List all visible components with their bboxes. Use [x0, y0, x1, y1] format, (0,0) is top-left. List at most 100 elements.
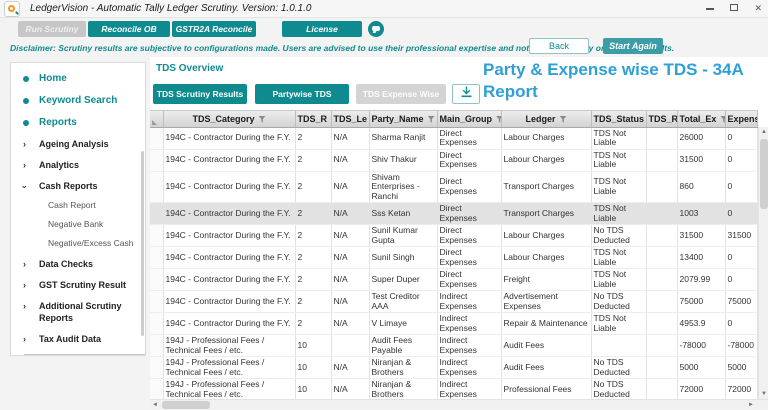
column-header-tds-le[interactable]: TDS_Le: [331, 111, 370, 128]
run-scrutiny-button[interactable]: Run Scrutiny: [18, 21, 86, 37]
sidebar-item-negative-excess-cash[interactable]: Negative/Excess Cash: [11, 238, 145, 249]
row-handle[interactable]: [150, 224, 164, 247]
cell-tds-r: [646, 171, 678, 203]
cell-ledger: Labour Charges: [501, 224, 592, 247]
table-row[interactable]: 194J - Professional Fees / Technical Fee…: [150, 356, 758, 379]
filter-icon[interactable]: [258, 115, 266, 123]
row-handle[interactable]: [150, 149, 164, 172]
table-row[interactable]: 194C - Contractor During the F.Y. 2 N/A Sss…: [150, 202, 758, 225]
column-header-tds-r[interactable]: TDS_R: [295, 111, 332, 128]
sidebar-scrollbar[interactable]: [141, 151, 144, 336]
gstr2a-reconcile-button[interactable]: GSTR2A Reconcile: [172, 21, 256, 37]
sidebar-item-cash-report[interactable]: Cash Report: [11, 200, 145, 211]
column-label: TDS_Le: [333, 113, 368, 124]
sidebar-item-additional-scrutiny-reports[interactable]: › Additional Scrutiny Reports: [11, 300, 145, 324]
table-row[interactable]: 194C - Contractor During the F.Y. 2 N/A Sup…: [150, 268, 758, 291]
scroll-down-icon[interactable]: ▼: [759, 389, 768, 399]
cell-ledger: Professional Fees: [501, 378, 592, 399]
sidebar-item-reports[interactable]: Reports: [11, 117, 145, 129]
cell-tds-r: [646, 224, 678, 247]
row-handle[interactable]: [150, 171, 164, 203]
row-handle[interactable]: [150, 268, 164, 291]
cell-tds-category: 194C - Contractor During the F.Y.: [163, 171, 296, 203]
license-button[interactable]: License: [282, 21, 362, 37]
horizontal-scroll-thumb[interactable]: [162, 401, 210, 409]
tab-tds-scrutiny-results[interactable]: TDS Scrutiny Results: [153, 84, 247, 104]
column-label: TDS_R: [648, 113, 677, 124]
cell-main-group: Indirect Expenses: [437, 356, 502, 379]
cell-tds-status: No TDS Deducted: [591, 378, 647, 399]
cell-total-ex: 26000: [677, 127, 726, 150]
sidebar-item-tax-audit-data[interactable]: › Tax Audit Data: [11, 333, 145, 345]
title-bar: LedgerVision - Automatic Tally Ledger Sc…: [0, 0, 768, 18]
horizontal-scrollbar[interactable]: ◄ ►: [150, 399, 768, 409]
sidebar-item-tds-scrutiny-result[interactable]: TDS Scrutiny Result: [24, 354, 145, 355]
sidebar-item-label: Analytics: [39, 160, 80, 170]
row-handle[interactable]: [150, 334, 164, 357]
support-chat-button[interactable]: [368, 21, 384, 37]
table-row[interactable]: 194C - Contractor During the F.Y. 2 N/A Sun…: [150, 246, 758, 269]
start-again-button[interactable]: Start Again: [603, 38, 663, 54]
sidebar-item-home[interactable]: Home: [11, 73, 145, 85]
scroll-up-icon[interactable]: ▲: [759, 127, 768, 137]
close-button[interactable]: ✕: [754, 2, 762, 15]
cell-tds-r: [646, 149, 678, 172]
column-header-main-group[interactable]: Main_Group: [437, 111, 502, 128]
vertical-scroll-thumb[interactable]: [760, 139, 768, 209]
maximize-button[interactable]: [730, 2, 739, 15]
sidebar-item-keyword-search[interactable]: Keyword Search: [11, 95, 145, 107]
select-all-corner[interactable]: [150, 111, 164, 128]
table-row[interactable]: 194C - Contractor During the F.Y. 2 N/A Shi…: [150, 149, 758, 172]
filter-icon[interactable]: [559, 115, 567, 123]
cell-tds-rate: 2: [295, 149, 332, 172]
row-handle[interactable]: [150, 202, 164, 225]
sidebar-item-gst-scrutiny-result[interactable]: › GST Scrutiny Result: [11, 279, 145, 291]
export-button[interactable]: [452, 84, 480, 104]
cell-total-ex: 5000: [677, 356, 726, 379]
row-handle[interactable]: [150, 378, 164, 399]
sidebar-item-negative-bank[interactable]: Negative Bank: [11, 219, 145, 230]
tab-partywise-tds-summary[interactable]: Partywise TDS Summary: [255, 84, 349, 119]
cell-party-name: Sunil Singh: [369, 246, 438, 269]
column-header-tds-status[interactable]: TDS_Status: [591, 111, 647, 128]
cell-tds-status: TDS Not Liable: [591, 127, 647, 150]
table-row[interactable]: 194C - Contractor During the F.Y. 2 N/A Tes…: [150, 290, 758, 313]
column-header-ledger[interactable]: Ledger: [501, 111, 592, 128]
reconcile-ob-button[interactable]: Reconcile OB: [88, 21, 170, 37]
row-handle[interactable]: [150, 356, 164, 379]
table-row[interactable]: 194C - Contractor During the F.Y. 2 N/A Sun…: [150, 224, 758, 247]
vertical-scrollbar[interactable]: ▲ ▼: [758, 127, 768, 399]
row-handle[interactable]: [150, 127, 164, 150]
cell-tds-status: TDS Not Liable: [591, 312, 647, 335]
minimize-button[interactable]: [706, 2, 715, 15]
sidebar-item-analytics[interactable]: › Analytics: [11, 159, 145, 171]
cell-main-group: Direct Expenses: [437, 246, 502, 269]
cell-main-group: Indirect Expenses: [437, 334, 502, 357]
cell-main-group: Indirect Expenses: [437, 312, 502, 335]
row-handle[interactable]: [150, 246, 164, 269]
sidebar-item-data-checks[interactable]: › Data Checks: [11, 258, 145, 270]
column-header-tds-r[interactable]: TDS_R: [646, 111, 678, 128]
table-row[interactable]: 194J - Professional Fees / Technical Fee…: [150, 334, 758, 357]
column-header-party-name[interactable]: Party_Name: [369, 111, 438, 128]
filter-icon[interactable]: [427, 115, 435, 123]
table-row[interactable]: 194C - Contractor During the F.Y. 2 N/A Shi…: [150, 171, 758, 203]
row-handle[interactable]: [150, 290, 164, 313]
back-button[interactable]: Back: [529, 38, 589, 54]
column-header-tds-category[interactable]: TDS_Category: [163, 111, 296, 128]
table-row[interactable]: 194C - Contractor During the F.Y. 2 N/A V L…: [150, 312, 758, 335]
cell-tds-rate: 2: [295, 202, 332, 225]
tab-tds-expense-wise[interactable]: TDS Expense Wise: [356, 84, 446, 104]
column-header-expens[interactable]: Expens: [725, 111, 758, 128]
cell-tds-category: 194C - Contractor During the F.Y.: [163, 290, 296, 313]
column-header-total-ex[interactable]: Total_Ex: [677, 111, 726, 128]
cell-tds-status: TDS Not Liable: [591, 149, 647, 172]
sidebar-item-ageing-analysis[interactable]: › Ageing Analysis: [11, 138, 145, 150]
table-row[interactable]: 194J - Professional Fees / Technical Fee…: [150, 378, 758, 399]
sidebar-item-cash-reports[interactable]: › Cash Reports: [11, 180, 145, 192]
table-row[interactable]: 194C - Contractor During the F.Y. 2 N/A Sha…: [150, 127, 758, 150]
cell-total-ex: 13400: [677, 246, 726, 269]
cell-ledger: Labour Charges: [501, 246, 592, 269]
row-handle[interactable]: [150, 312, 164, 335]
app-logo: [4, 1, 20, 17]
